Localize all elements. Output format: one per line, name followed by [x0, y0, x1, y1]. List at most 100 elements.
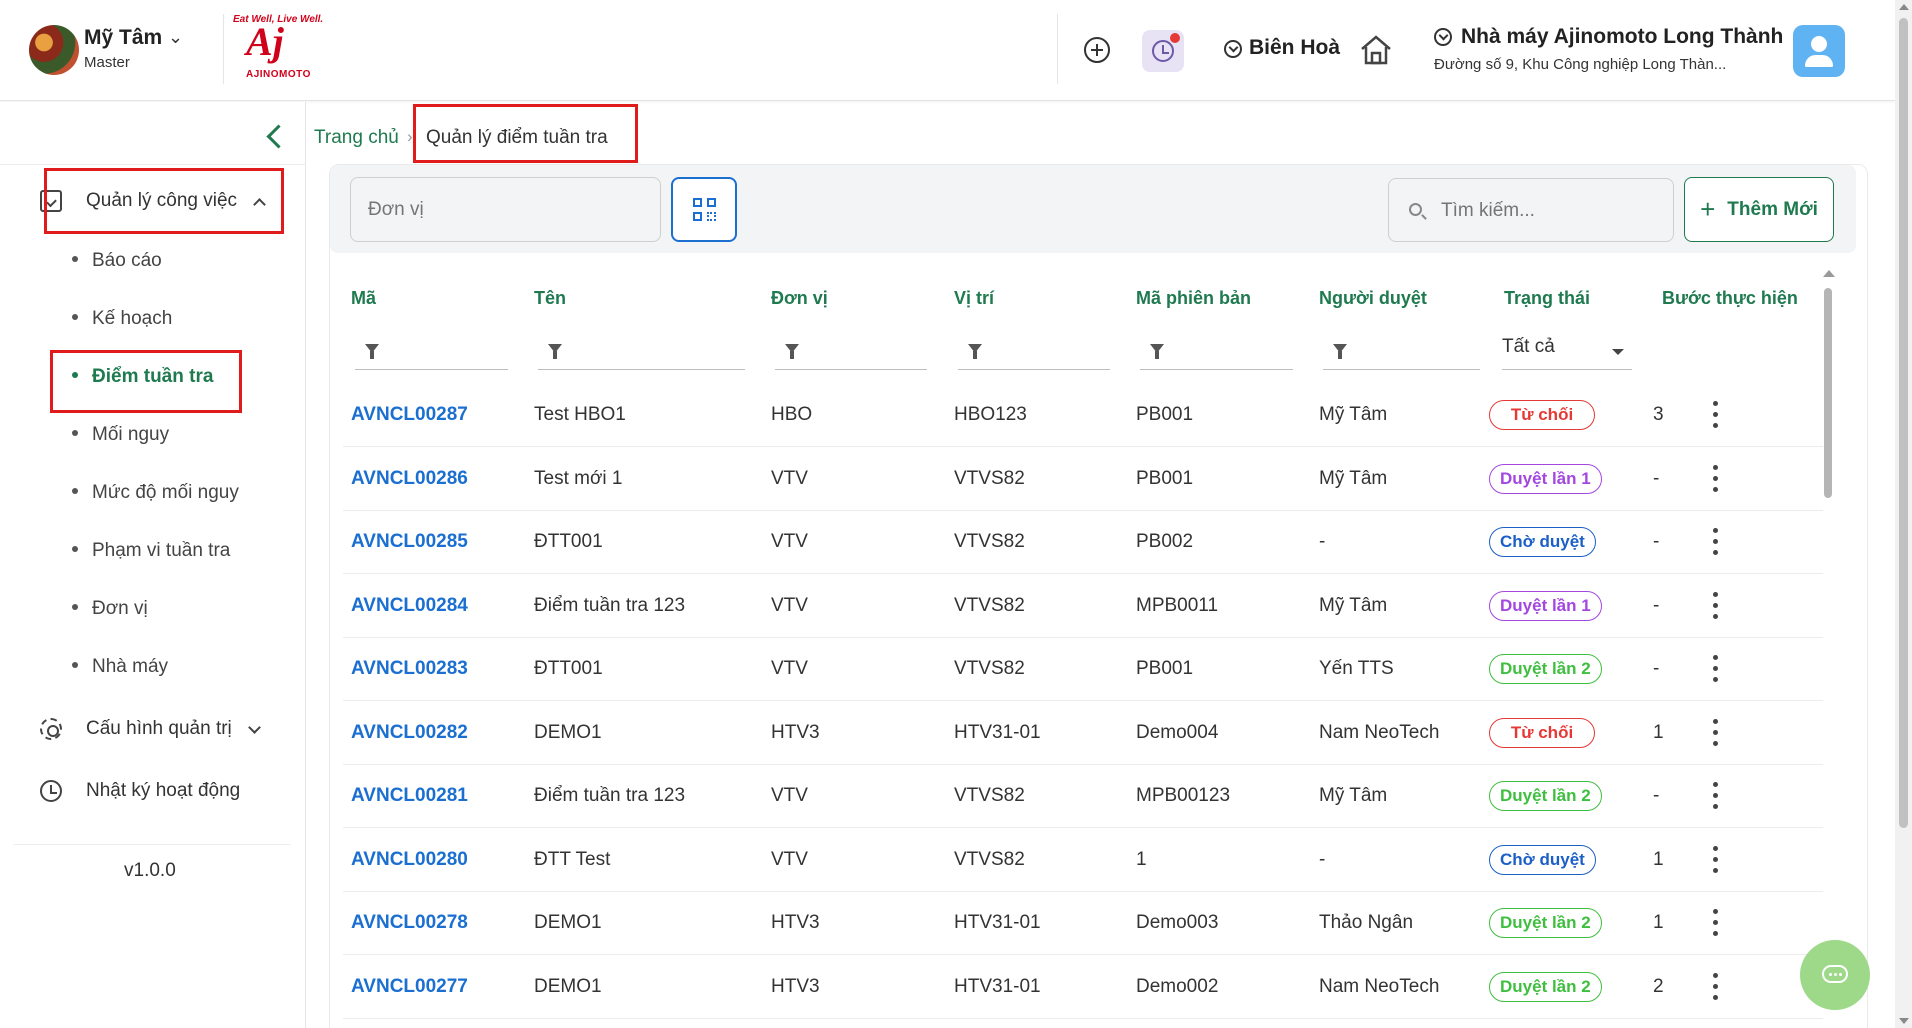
table-scrollbar[interactable]	[1822, 270, 1835, 1028]
row-unit: VTV	[771, 467, 808, 489]
table-row[interactable]: AVNCL00287 Test HBO1 HBO HBO123 PB001 Mỹ Tâm T…	[343, 384, 1823, 447]
breadcrumb-home[interactable]: Trang chủ	[314, 127, 399, 149]
sidebar-item-plan[interactable]: Kế hoạch	[72, 308, 172, 330]
more-options-icon[interactable]	[1713, 464, 1719, 493]
more-options-icon[interactable]	[1713, 655, 1719, 683]
sidebar-group-admin-config[interactable]: Cấu hình quản trị	[40, 718, 261, 740]
chevron-down-icon[interactable]: ⌄	[168, 27, 183, 48]
table-row[interactable]: AVNCL00281 Điểm tuần tra 123 VTV VTVS82 MPB0…	[343, 765, 1823, 828]
factory-name[interactable]: Nhà máy Ajinomoto Long Thành	[1461, 25, 1783, 49]
row-code-link[interactable]: AVNCL00287	[351, 404, 468, 426]
sidebar-item-hazard[interactable]: Mối nguy	[72, 424, 169, 446]
sidebar-item-patrol-scope[interactable]: Phạm vi tuần tra	[72, 540, 230, 562]
home-icon[interactable]	[1358, 32, 1394, 68]
more-options-icon[interactable]	[1713, 972, 1719, 1001]
table-row[interactable]: AVNCL00280 ĐTT Test VTV VTVS82 1 - Chờ duyệt 1	[343, 829, 1823, 892]
add-new-button[interactable]: + Thêm Mới	[1684, 177, 1834, 242]
row-code-link[interactable]: AVNCL00286	[351, 468, 468, 490]
row-unit: HTV3	[771, 721, 820, 743]
version-filter[interactable]	[1140, 338, 1293, 370]
table-row[interactable]: AVNCL00282 DEMO1 HTV3 HTV31-01 Demo004 Nam Ne…	[343, 702, 1823, 765]
approver-filter[interactable]	[1323, 338, 1480, 370]
row-location: VTVS82	[954, 658, 1025, 679]
column-header-unit[interactable]: Đơn vị	[771, 288, 828, 309]
row-name: Điểm tuần tra 123	[534, 594, 686, 616]
row-name: Điểm tuần tra 123	[534, 785, 686, 806]
status-badge: Duyệt lần 1	[1489, 590, 1602, 621]
row-unit: VTV	[771, 785, 808, 806]
sidebar-item-hazard-level[interactable]: Mức độ mối nguy	[72, 482, 239, 504]
user-name[interactable]: Mỹ Tâm	[84, 26, 162, 50]
sidebar-item-unit[interactable]: Đơn vị	[72, 598, 148, 620]
chat-button[interactable]	[1800, 940, 1870, 1010]
app-version: v1.0.0	[124, 860, 176, 881]
row-code-link[interactable]: AVNCL00277	[351, 976, 468, 998]
row-code-link[interactable]: AVNCL00284	[351, 595, 468, 617]
row-location: VTVS82	[954, 848, 1025, 870]
more-options-icon[interactable]	[1713, 528, 1719, 556]
collapse-sidebar-icon[interactable]	[262, 120, 286, 150]
divider	[0, 164, 306, 165]
table-row[interactable]: AVNCL00277 DEMO1 HTV3 HTV31-01 Demo002 Nam Ne…	[343, 956, 1823, 1019]
column-header-approver[interactable]: Người duyệt	[1319, 288, 1427, 309]
add-circle-icon[interactable]	[1084, 37, 1110, 63]
breadcrumb-current: Quản lý điểm tuần tra	[426, 127, 608, 148]
table-row[interactable]: AVNCL00284 Điểm tuần tra 123 VTV VTVS82 MPB0…	[343, 575, 1823, 638]
unit-filter-input[interactable]	[350, 177, 661, 242]
history-button[interactable]	[1142, 30, 1184, 72]
table-row[interactable]: AVNCL00286 Test mới 1 VTV VTVS82 PB001 Mỹ Tâm…	[343, 448, 1823, 511]
row-step: 1	[1653, 912, 1664, 933]
row-location: VTVS82	[954, 594, 1025, 616]
factory-dropdown-icon[interactable]	[1434, 28, 1452, 46]
search-icon	[1409, 203, 1422, 216]
more-options-icon[interactable]	[1713, 845, 1719, 874]
row-code-link[interactable]: AVNCL00280	[351, 849, 468, 871]
more-options-icon[interactable]	[1713, 591, 1719, 620]
row-code-link[interactable]: AVNCL00278	[351, 912, 468, 934]
table-row[interactable]: AVNCL00283 ĐTT001 VTV VTVS82 PB001 Yến TTS Duy…	[343, 638, 1823, 701]
page-scrollbar[interactable]	[1895, 0, 1912, 1028]
row-approver: Thảo Ngân	[1319, 912, 1414, 933]
sidebar-group-activity-log[interactable]: Nhật ký hoạt động	[40, 780, 240, 802]
column-header-version[interactable]: Mã phiên bản	[1136, 288, 1251, 309]
more-options-icon[interactable]	[1713, 909, 1719, 937]
user-profile-button[interactable]	[1793, 25, 1845, 77]
row-approver: -	[1319, 531, 1326, 552]
filter-icon	[968, 344, 982, 359]
column-header-name[interactable]: Tên	[534, 288, 566, 309]
row-location: HTV31-01	[954, 975, 1041, 997]
status-badge: Từ chối	[1489, 717, 1595, 748]
row-code-link[interactable]: AVNCL00283	[351, 658, 468, 680]
column-header-location[interactable]: Vị trí	[954, 288, 994, 309]
column-header-code[interactable]: Mã	[351, 288, 376, 309]
table-row[interactable]: AVNCL00278 DEMO1 HTV3 HTV31-01 Demo003 Thảo N…	[343, 892, 1823, 955]
status-filter-select[interactable]: Tất cả	[1502, 336, 1632, 370]
location-dropdown-icon[interactable]	[1224, 40, 1242, 58]
row-code-link[interactable]: AVNCL00285	[351, 531, 468, 553]
code-filter[interactable]	[355, 338, 508, 370]
column-header-step[interactable]: Bước thực hiện	[1662, 288, 1798, 309]
status-badge: Duyệt lần 2	[1489, 654, 1602, 684]
more-options-icon[interactable]	[1713, 401, 1719, 429]
name-filter[interactable]	[538, 338, 745, 370]
more-options-icon[interactable]	[1713, 718, 1719, 747]
row-code-link[interactable]: AVNCL00281	[351, 785, 468, 807]
more-options-icon[interactable]	[1713, 782, 1719, 810]
qr-code-button[interactable]	[671, 177, 737, 242]
table-row[interactable]: AVNCL00285 ĐTT001 VTV VTVS82 PB002 - Chờ duyệt…	[343, 511, 1823, 574]
row-unit: HBO	[771, 404, 813, 425]
sidebar-item-report[interactable]: Báo cáo	[72, 250, 162, 272]
location-name[interactable]: Biên Hoà	[1249, 36, 1340, 60]
filter-icon	[1150, 344, 1164, 359]
location-filter[interactable]	[958, 338, 1110, 370]
column-header-status[interactable]: Trạng thái	[1504, 288, 1590, 309]
row-approver: Yến TTS	[1319, 658, 1394, 679]
row-location: VTVS82	[954, 467, 1025, 489]
search-box[interactable]	[1388, 178, 1674, 242]
row-code-link[interactable]: AVNCL00282	[351, 722, 468, 744]
search-input[interactable]	[1441, 193, 1661, 229]
user-avatar[interactable]	[29, 25, 79, 75]
row-unit: HTV3	[771, 912, 820, 933]
unit-filter[interactable]	[775, 338, 927, 370]
sidebar-item-factory[interactable]: Nhà máy	[72, 656, 168, 678]
